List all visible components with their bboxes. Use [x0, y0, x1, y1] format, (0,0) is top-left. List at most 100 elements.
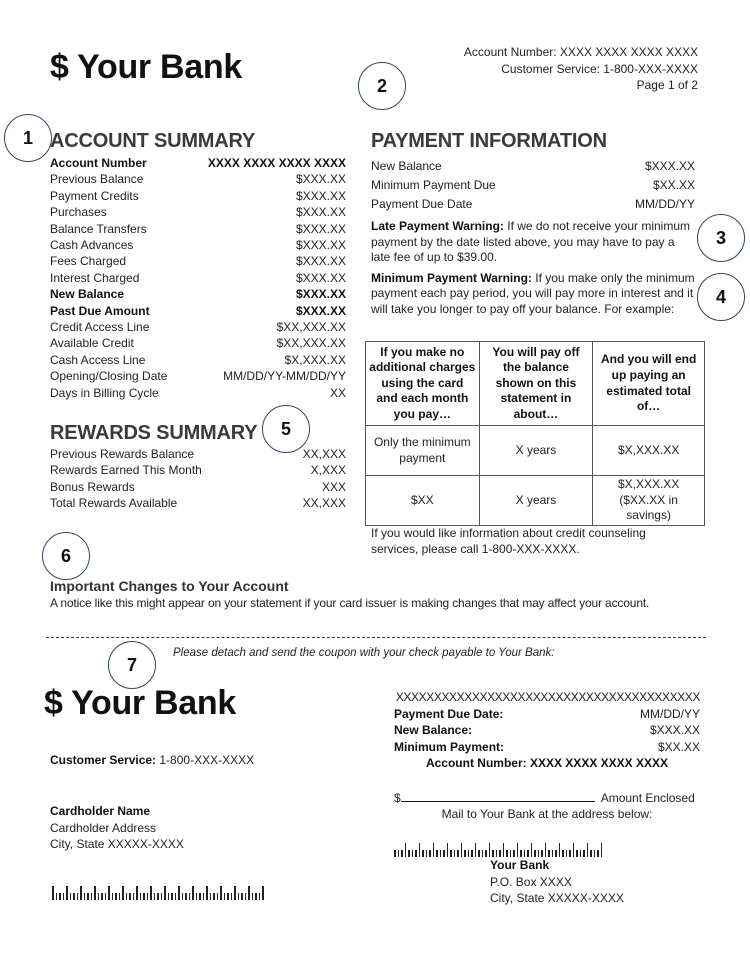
barcode-bar	[488, 843, 490, 857]
barcode-bar	[576, 850, 578, 857]
barcode-bar	[248, 886, 250, 900]
barcode-bar	[178, 886, 180, 900]
barcode-bar	[555, 850, 557, 857]
row-value: $XXX.XX	[295, 188, 346, 203]
table-header: If you make no additional charges using …	[365, 341, 480, 426]
coupon-account-number: Account Number: XXXX XXXX XXXX XXXX	[425, 756, 669, 770]
barcode-bar	[593, 850, 595, 857]
table-cell: $X,XXX.XX	[592, 425, 705, 476]
barcode-bar	[439, 850, 441, 857]
barcode-bar	[394, 850, 396, 857]
barcode-bar	[453, 850, 455, 857]
cardholder-address: Cardholder Address	[50, 820, 157, 835]
row-value: MM/DD/YY	[635, 197, 695, 211]
barcode-bar	[520, 850, 522, 857]
coupon-scanline: XXXXXXXXXXXXXXXXXXXXXXXXXXXXXXXXXXXXXXXX	[395, 690, 701, 704]
barcode-bar	[83, 893, 85, 900]
barcode-bar	[478, 850, 480, 857]
coupon-customer-service-label: Customer Service:	[50, 753, 157, 767]
barcode-bar	[241, 893, 243, 900]
barcode-bar	[467, 850, 469, 857]
barcode-bar	[97, 893, 99, 900]
bank-logo: $ Your Bank	[50, 48, 242, 86]
coupon-customer-service: Customer Service: 1-800-XXX-XXXX	[50, 753, 254, 767]
barcode-bar	[495, 850, 497, 857]
barcode-bar	[513, 850, 515, 857]
barcode-bar	[202, 893, 204, 900]
barcode-bar	[411, 850, 413, 857]
payment-information-title: PAYMENT INFORMATION	[371, 130, 607, 152]
callout-7: 7	[108, 641, 156, 689]
row-label: Previous Balance	[50, 172, 144, 187]
barcode-bar	[136, 886, 138, 900]
mail-to-note: Mail to Your Bank at the address below:	[441, 807, 653, 821]
barcode-bar	[94, 886, 96, 900]
barcode-bar	[244, 893, 246, 900]
row-value: X,XXX	[310, 463, 346, 478]
amount-enclosed-input[interactable]	[400, 790, 595, 802]
barcode-bar	[481, 850, 483, 857]
row-label: Total Rewards Available	[50, 496, 178, 511]
bank-mailing-address: Your Bank P.O. Box XXXX City, State XXXX…	[490, 857, 624, 907]
late-payment-warning: Late Payment Warning: If we do not recei…	[371, 219, 695, 266]
barcode-bar	[548, 850, 550, 857]
table-cell: X years	[478, 425, 594, 476]
row-value: $XX,XXX.XX	[276, 320, 346, 335]
summary-row: Payment Credits $XXX.XX	[50, 188, 346, 204]
minimum-payment-example-table: If you make no additional charges using …	[365, 341, 705, 526]
table-cell: $XX	[365, 475, 480, 526]
summary-row: Previous Balance $XXX.XX	[50, 171, 346, 187]
callout-4: 4	[697, 273, 745, 321]
summary-row: Available Credit $XX,XXX.XX	[50, 335, 346, 351]
row-label: New Balance:	[394, 723, 473, 737]
barcode-bar	[73, 893, 75, 900]
coupon-rows: Payment Due Date: MM/DD/YY New Balance: $XX…	[394, 706, 700, 756]
barcode-bar	[583, 850, 585, 857]
callout-1: 1	[4, 114, 52, 162]
row-label: Interest Charged	[50, 270, 140, 285]
barcode-bar	[220, 886, 222, 900]
barcode-bar	[408, 850, 410, 857]
row-value: $XXX.XX	[295, 303, 346, 318]
barcode-bar	[87, 893, 89, 900]
table-header: You will pay off the balance shown on th…	[478, 341, 594, 426]
row-value: $XX.XX	[652, 178, 695, 192]
barcode-bar	[436, 850, 438, 857]
barcode-bar	[227, 893, 229, 900]
barcode-bar	[450, 850, 452, 857]
barcode-bar	[457, 850, 459, 857]
barcode-bar	[185, 893, 187, 900]
barcode-bar	[506, 850, 508, 857]
barcode-bar	[118, 893, 120, 900]
barcode-bar	[422, 850, 424, 857]
table-cell: X years	[478, 475, 594, 526]
summary-row: Minimum Payment: $XX.XX	[394, 739, 700, 756]
barcode-bar	[397, 850, 399, 857]
barcode-bar	[167, 893, 169, 900]
row-label: Previous Rewards Balance	[50, 447, 195, 461]
row-value: $XX.XX	[657, 739, 700, 754]
table-cell: $X,XXX.XX ($XX.XX in savings)	[592, 475, 705, 526]
summary-row: New Balance $XXX.XX	[371, 157, 695, 176]
barcode-bar	[262, 886, 264, 900]
barcode-bar	[523, 850, 525, 857]
barcode-bar	[418, 843, 420, 857]
summary-row: Fees Charged $XXX.XX	[50, 253, 346, 269]
row-value: $XXX.XX	[295, 254, 346, 269]
amount-dollar-sign: $	[394, 791, 401, 805]
barcode-bar	[251, 893, 253, 900]
barcode-bar	[195, 893, 197, 900]
table-header: And you will end up paying an estimated …	[592, 341, 705, 426]
row-label: Available Credit	[50, 336, 134, 351]
summary-row: New Balance: $XXX.XX	[394, 722, 700, 739]
summary-row: Purchases $XXX.XX	[50, 204, 346, 220]
barcode-bar	[234, 886, 236, 900]
account-summary-rows: Account Number XXXX XXXX XXXX XXXX Previou…	[50, 155, 346, 401]
callout-6: 6	[42, 532, 90, 580]
summary-row: Interest Charged $XXX.XX	[50, 270, 346, 286]
barcode-bar	[59, 893, 61, 900]
barcode-bar	[69, 893, 71, 900]
row-label: Rewards Earned This Month	[50, 463, 202, 478]
barcode-bar	[111, 893, 113, 900]
summary-row: New Balance $XXX.XX	[50, 286, 346, 302]
